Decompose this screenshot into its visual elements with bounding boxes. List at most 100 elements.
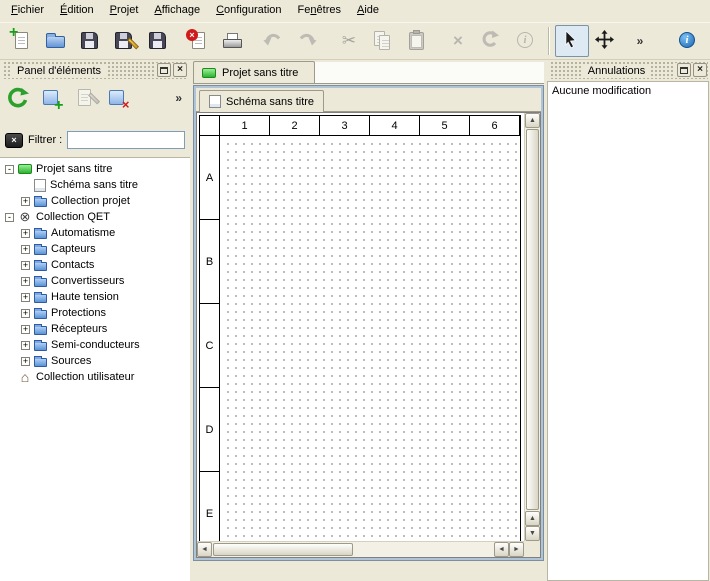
tree-expander[interactable]: + xyxy=(21,357,30,366)
scroll-up-button-secondary[interactable]: ▲ xyxy=(525,511,540,526)
delete-element-button[interactable]: × xyxy=(104,85,131,112)
element-info-button[interactable]: i xyxy=(509,25,543,57)
project-tab-label: Projet sans titre xyxy=(222,67,298,79)
undo-panel: Annulations × Aucune modification xyxy=(547,60,710,581)
about-button[interactable]: i xyxy=(671,25,705,57)
tree-item-semi-conducteurs[interactable]: +Semi-conducteurs xyxy=(0,337,190,353)
qet-collection-icon: ⊗ xyxy=(18,211,32,224)
tree-expander[interactable]: + xyxy=(21,341,30,350)
menu-configuration[interactable]: Configuration xyxy=(208,0,289,22)
scrollbar-corner xyxy=(524,541,540,557)
menu-affichage[interactable]: Affichage xyxy=(146,0,208,22)
tree-expander[interactable]: + xyxy=(21,309,30,318)
menu-fichier[interactable]: Fichier xyxy=(3,0,52,22)
save-as-button[interactable] xyxy=(107,25,141,57)
tree-item-schema-sans-titre[interactable]: Schéma sans titre xyxy=(0,177,190,193)
horizontal-scroll-thumb[interactable] xyxy=(213,543,353,556)
print-button[interactable] xyxy=(216,25,250,57)
schema-canvas[interactable]: 123456 ABCDE xyxy=(197,113,524,541)
tree-item-contacts[interactable]: + Contacts xyxy=(0,257,190,273)
tree-expander[interactable]: + xyxy=(21,197,30,206)
rotate-button[interactable] xyxy=(475,25,509,57)
tree-expander[interactable]: - xyxy=(5,213,14,222)
tree-item-collection-projet[interactable]: +Collection projet xyxy=(0,193,190,209)
save-all-button[interactable] xyxy=(141,25,175,57)
edit-element-button[interactable] xyxy=(71,85,98,112)
undo-button[interactable] xyxy=(257,25,291,57)
scroll-down-button[interactable]: ▼ xyxy=(525,526,540,541)
paste-button[interactable] xyxy=(400,25,434,57)
project-window: Schéma sans titre 123456 ABCDE ▲ xyxy=(194,86,543,560)
scroll-right-button[interactable]: ► xyxy=(509,542,524,557)
tree-item-convertisseurs[interactable]: +Convertisseurs xyxy=(0,273,190,289)
menu-projet[interactable]: Projet xyxy=(102,0,147,22)
menu-edition[interactable]: Édition xyxy=(52,0,102,22)
horizontal-scroll-track[interactable] xyxy=(354,542,494,557)
tree-expander[interactable]: + xyxy=(21,245,30,254)
menubar: FichierÉditionProjetAffichageConfigurati… xyxy=(0,0,710,22)
elements-toolbar-overflow[interactable]: » xyxy=(175,91,182,105)
tree-expander[interactable]: + xyxy=(21,261,30,270)
copy-button[interactable] xyxy=(366,25,400,57)
scroll-up-button[interactable]: ▲ xyxy=(525,113,540,128)
elements-panel-titlebar[interactable]: Panel d'éléments × xyxy=(2,62,188,79)
vertical-scrollbar[interactable]: ▲ ▲ ▼ xyxy=(524,113,540,541)
tree-expander[interactable]: - xyxy=(5,165,14,174)
column-header-6: 6 xyxy=(470,116,520,136)
scroll-left-button-secondary[interactable]: ◄ xyxy=(494,542,509,557)
redo-button[interactable] xyxy=(291,25,325,57)
open-document-button[interactable] xyxy=(39,25,73,57)
schema-tabbar: Schéma sans titre xyxy=(196,88,541,112)
move-tool-button[interactable] xyxy=(589,25,623,57)
menu-aide[interactable]: Aide xyxy=(349,0,387,22)
tree-item-capteurs[interactable]: +Capteurs xyxy=(0,241,190,257)
tree-expander[interactable]: + xyxy=(21,325,30,334)
clear-filter-button[interactable]: × xyxy=(5,133,23,148)
horizontal-scrollbar[interactable]: ◄ ◄ ► xyxy=(197,541,524,557)
tree-expander[interactable]: + xyxy=(21,277,30,286)
undo-panel-close-button[interactable]: × xyxy=(693,63,707,77)
new-element-button[interactable]: + xyxy=(38,85,65,112)
tree-expander[interactable]: + xyxy=(21,229,30,238)
save-button[interactable] xyxy=(73,25,107,57)
tree-item-automatisme[interactable]: +Automatisme xyxy=(0,225,190,241)
tree-item-haute-tension[interactable]: +Haute tension xyxy=(0,289,190,305)
filter-label: Filtrer : xyxy=(28,134,62,146)
tree-item-collection-qet[interactable]: -⊗ Collection QET xyxy=(0,209,190,225)
elements-panel-close-button[interactable]: × xyxy=(173,63,187,77)
vertical-scroll-thumb[interactable] xyxy=(526,129,539,510)
select-tool-button[interactable] xyxy=(555,25,589,57)
new-document-button[interactable]: + xyxy=(5,25,39,57)
schema-tab[interactable]: Schéma sans titre xyxy=(199,90,324,112)
tree-item-collection-utilisateur[interactable]: ⌂Collection utilisateur xyxy=(0,369,190,385)
main-toolbar: + × ✂ × i » i xyxy=(0,22,710,60)
elements-panel-float-button[interactable] xyxy=(157,63,171,77)
schema-tab-label: Schéma sans titre xyxy=(226,96,314,108)
grid-dots xyxy=(221,137,520,541)
open-icon xyxy=(45,30,67,52)
tree-expander[interactable]: + xyxy=(21,293,30,302)
undo-panel-titlebar[interactable]: Annulations × xyxy=(549,62,708,79)
tree-item-protections[interactable]: +Protections xyxy=(0,305,190,321)
toolbar-overflow-button[interactable]: » xyxy=(623,25,657,57)
close-document-button[interactable]: × xyxy=(182,25,216,57)
tree-item-sources[interactable]: +Sources xyxy=(0,353,190,369)
undo-panel-float-button[interactable] xyxy=(677,63,691,77)
reload-collections-button[interactable] xyxy=(5,85,32,112)
tree-item-label: Collection utilisateur xyxy=(36,371,134,383)
tree-item-recepteurs[interactable]: +Récepteurs xyxy=(0,321,190,337)
element-info-icon: i xyxy=(515,30,537,52)
folder-icon xyxy=(34,310,47,319)
tree-item-projet-sans-titre[interactable]: -Projet sans titre xyxy=(0,161,190,177)
filter-input[interactable] xyxy=(67,131,185,149)
float-icon xyxy=(680,67,688,74)
project-tab[interactable]: Projet sans titre xyxy=(193,61,315,83)
delete-button[interactable]: × xyxy=(441,25,475,57)
tree-item-label: Contacts xyxy=(51,259,94,271)
elements-panel-title: Panel d'éléments xyxy=(12,65,106,77)
menu-fenetres[interactable]: Fenêtres xyxy=(290,0,349,22)
clear-filter-icon: × xyxy=(11,135,16,145)
scroll-left-button[interactable]: ◄ xyxy=(197,542,212,557)
tree-item-label: Collection QET xyxy=(36,211,110,223)
cut-button[interactable]: ✂ xyxy=(332,25,366,57)
